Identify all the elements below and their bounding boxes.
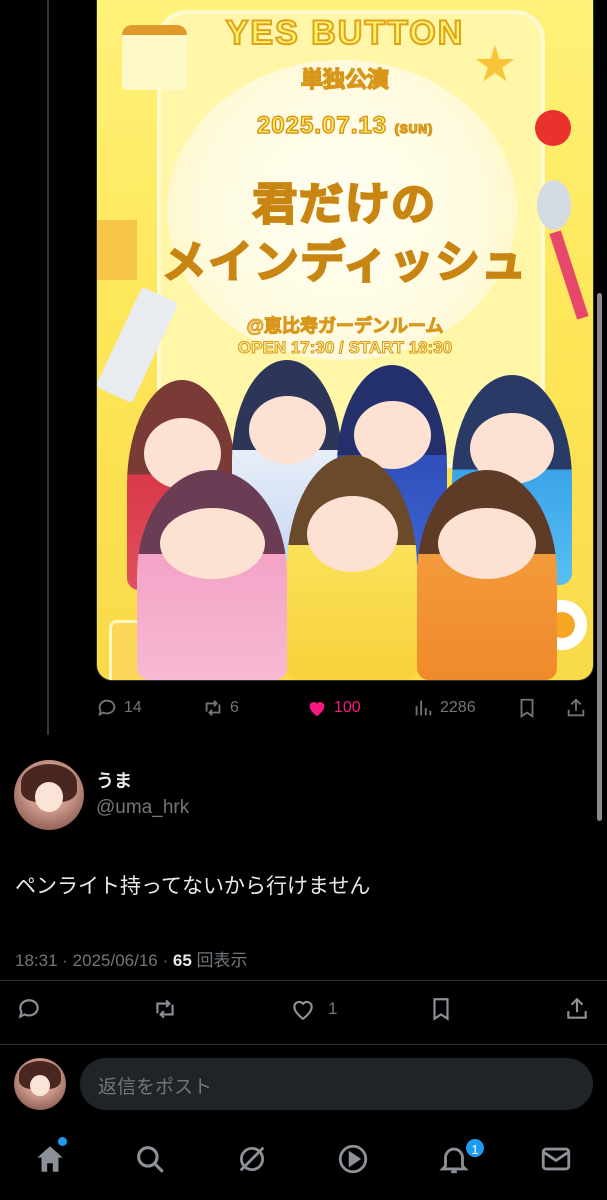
mail-icon bbox=[541, 1147, 571, 1171]
grok-icon bbox=[239, 1146, 265, 1172]
reply-like-count: 1 bbox=[328, 999, 338, 1018]
like-count: 100 bbox=[334, 699, 361, 716]
repost-icon bbox=[205, 700, 221, 716]
repost-icon bbox=[156, 999, 174, 1019]
reply-count: 14 bbox=[124, 699, 142, 716]
poster-time: OPEN 17:30 / START 18:30 bbox=[237, 338, 453, 358]
poster-date: 2025.07.13 (SUN) bbox=[97, 111, 593, 140]
play-circle-icon bbox=[338, 1144, 368, 1174]
reply-reply-button[interactable] bbox=[16, 996, 42, 1022]
reply-repost-button[interactable] bbox=[152, 996, 178, 1022]
poster-date-value: 2025.07.13 bbox=[256, 111, 388, 140]
heart-outline-icon bbox=[293, 1000, 313, 1021]
poster-title-line2: メインディッシュ bbox=[161, 237, 528, 289]
reply-author-avatar[interactable] bbox=[14, 760, 84, 830]
reply-author-handle[interactable]: @uma_hrk bbox=[96, 797, 189, 819]
tab-home[interactable] bbox=[33, 1142, 67, 1176]
notifications-badge: 1 bbox=[464, 1137, 486, 1159]
bottom-tab-bar bbox=[0, 1122, 607, 1200]
divider-top bbox=[0, 980, 607, 981]
divider-bottom bbox=[0, 1044, 607, 1045]
tab-grok[interactable] bbox=[235, 1142, 269, 1176]
share-icon bbox=[567, 698, 585, 717]
character-pink bbox=[137, 470, 287, 680]
thread-connector-line bbox=[47, 0, 49, 735]
like-button[interactable]: 100 bbox=[306, 690, 361, 726]
bookmark-icon bbox=[520, 698, 534, 718]
share-icon bbox=[567, 997, 587, 1019]
bookmark-icon bbox=[433, 998, 449, 1021]
poster-logo: YES BUTTON bbox=[225, 13, 465, 53]
repost-count: 6 bbox=[230, 699, 239, 716]
reply-icon bbox=[18, 999, 39, 1019]
reply-text: ペンライト持ってないから行けません bbox=[15, 875, 371, 898]
search-icon bbox=[137, 1146, 164, 1173]
reply-like-button[interactable]: 1 bbox=[290, 996, 337, 1022]
views-count: 2286 bbox=[440, 699, 476, 716]
poster-weekday: (SUN) bbox=[394, 121, 434, 137]
reply-views-count: 65 bbox=[172, 951, 192, 970]
share-button[interactable] bbox=[565, 690, 587, 726]
reply-meta: 18:31 · 2025/06/16 · 65 回表示 bbox=[15, 951, 248, 970]
analytics-icon bbox=[415, 700, 432, 716]
poster-subtitle: 単独公演 bbox=[300, 66, 390, 93]
tab-messages[interactable] bbox=[539, 1142, 573, 1176]
views-button[interactable]: 2286 bbox=[412, 690, 476, 726]
reply-icon bbox=[98, 699, 116, 717]
scrollbar[interactable] bbox=[597, 293, 602, 821]
character-orange bbox=[417, 470, 557, 680]
reply-date[interactable]: 2025/06/16 bbox=[73, 951, 158, 970]
reply-bookmark-button[interactable] bbox=[428, 996, 454, 1022]
home-unread-dot bbox=[58, 1137, 67, 1146]
bookmark-button[interactable] bbox=[516, 690, 538, 726]
reply-time[interactable]: 18:31 bbox=[15, 951, 58, 970]
parent-post-actions: 14 6 100 2286 bbox=[96, 690, 596, 726]
reply-composer-input[interactable]: 返信をポスト bbox=[80, 1058, 593, 1110]
post-image[interactable]: YES BUTTON 単独公演 2025.07.13 (SUN) 君だけの メイ… bbox=[96, 0, 594, 681]
tab-search[interactable] bbox=[133, 1142, 167, 1176]
poster-venue: @恵比寿ガーデンルーム bbox=[246, 316, 444, 337]
reply-composer-placeholder: 返信をポスト bbox=[98, 1077, 213, 1098]
character-yellow bbox=[287, 455, 417, 680]
reply-views-label: 回表示 bbox=[196, 951, 248, 970]
reply-author-name[interactable]: うま bbox=[96, 767, 132, 793]
reply-button[interactable]: 14 bbox=[96, 690, 142, 726]
composer-avatar bbox=[14, 1058, 66, 1110]
repost-button[interactable]: 6 bbox=[202, 690, 239, 726]
reply-share-button[interactable] bbox=[564, 996, 590, 1022]
tab-video[interactable] bbox=[336, 1142, 370, 1176]
poster-title-line1: 君だけの bbox=[252, 179, 437, 231]
home-icon bbox=[37, 1146, 63, 1172]
heart-filled-icon bbox=[309, 702, 325, 717]
